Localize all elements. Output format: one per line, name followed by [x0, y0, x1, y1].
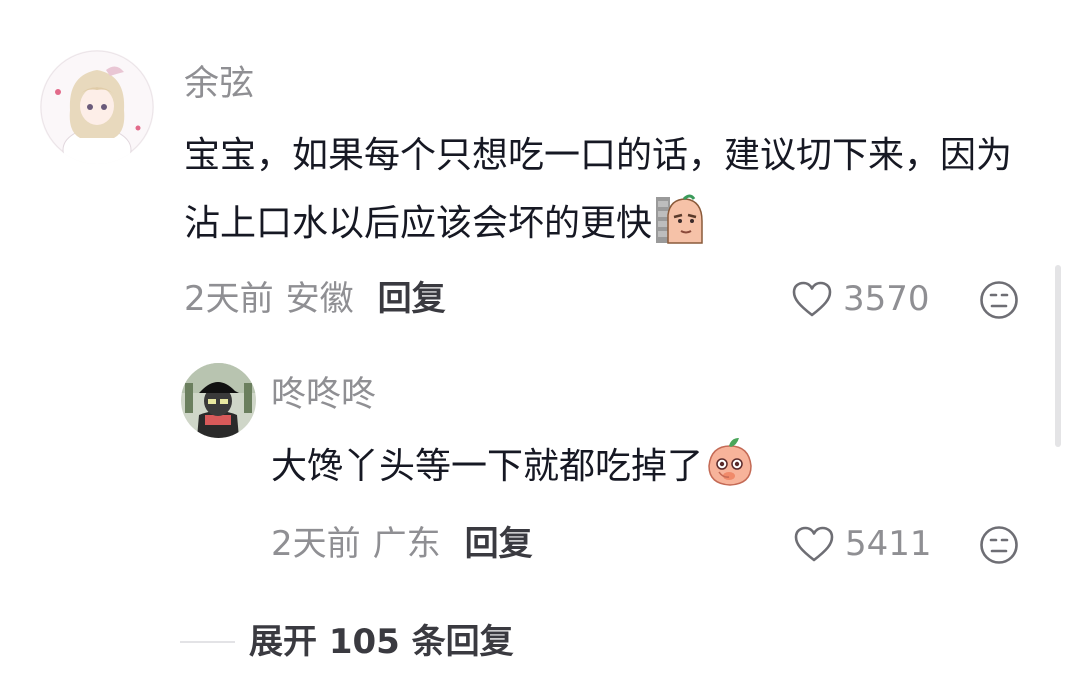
peek-wall-emoji-icon: [656, 194, 703, 244]
heart-outline-icon: [794, 526, 834, 562]
reply-meta: 2天前 广东 回复: [271, 524, 533, 564]
neutral-face-icon[interactable]: [979, 280, 1019, 320]
like-button[interactable]: 3570: [791, 279, 930, 319]
scrollbar[interactable]: [1055, 265, 1061, 447]
reply-text: 大馋丫头等一下就都吃掉了: [271, 446, 704, 487]
like-button[interactable]: 5411: [793, 524, 932, 564]
comment-text: 宝宝，如果每个只想吃一口的话，建议切下来，因为沾上口水以后应该会坏的更快: [184, 135, 1013, 244]
like-count: 3570: [843, 279, 930, 319]
divider: [180, 641, 235, 643]
anime-girl-avatar-icon: [40, 50, 154, 164]
comment-time: 2天前: [184, 279, 274, 319]
reply-avatar[interactable]: [181, 363, 256, 438]
reply-time: 2天前: [271, 524, 361, 564]
comment-location: 安徽: [285, 279, 354, 319]
reply-location: 广东: [372, 524, 441, 564]
neutral-face-icon[interactable]: [979, 525, 1019, 565]
comment-meta: 2天前 安徽 回复: [184, 279, 446, 319]
reply-username[interactable]: 咚咚咚: [271, 373, 376, 417]
avatar[interactable]: [40, 50, 154, 164]
reply-text-block: 大馋丫头等一下就都吃掉了: [271, 434, 971, 500]
reply-button[interactable]: 回复: [465, 524, 533, 564]
comment-thread: 余弦 宝宝，如果每个只想吃一口的话，建议切下来，因为沾上口水以后应该会坏的更快 …: [0, 0, 1079, 698]
heart-outline-icon: [792, 281, 832, 317]
expand-replies-label: 展开 105 条回复: [249, 622, 514, 662]
comment-username[interactable]: 余弦: [184, 62, 254, 106]
reply-button[interactable]: 回复: [378, 279, 446, 319]
expand-replies-button[interactable]: 展开 105 条回复: [180, 620, 514, 664]
peach-blush-emoji-icon: [708, 438, 752, 486]
cap-boy-avatar-icon: [181, 363, 256, 438]
comment-text-block: 宝宝，如果每个只想吃一口的话，建议切下来，因为沾上口水以后应该会坏的更快: [184, 122, 1034, 258]
like-count: 5411: [845, 524, 932, 564]
